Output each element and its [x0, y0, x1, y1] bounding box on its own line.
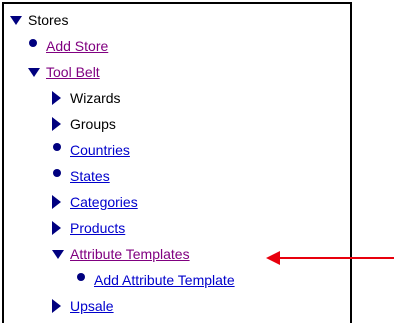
tree-panel: Stores Add Store Tool Belt Wizards Group… — [2, 2, 352, 323]
triangle-down-icon[interactable] — [52, 244, 68, 264]
triangle-down-icon[interactable] — [10, 10, 26, 30]
countries-link[interactable]: Countries — [70, 140, 130, 160]
triangle-right-icon[interactable] — [52, 192, 68, 212]
triangle-right-icon[interactable] — [52, 218, 68, 238]
tree-node-categories[interactable]: Categories — [52, 192, 138, 212]
add-attribute-template-link[interactable]: Add Attribute Template — [94, 270, 235, 290]
tree-node-states[interactable]: States — [52, 166, 110, 186]
tree-node-groups[interactable]: Groups — [52, 114, 116, 134]
tree-node-label: Stores — [28, 12, 69, 28]
tree-node-label: Wizards — [70, 90, 121, 106]
tree-node-upsale[interactable]: Upsale — [52, 296, 114, 316]
tree-node-add-store[interactable]: Add Store — [28, 36, 108, 56]
bullet-icon — [52, 140, 68, 160]
add-store-link[interactable]: Add Store — [46, 36, 108, 56]
bullet-icon — [76, 270, 92, 290]
bullet-icon — [28, 36, 44, 56]
tree-node-countries[interactable]: Countries — [52, 140, 130, 160]
tree-node-label: Groups — [70, 116, 116, 132]
annotation-arrow-icon — [266, 251, 280, 265]
tree-node-wizards[interactable]: Wizards — [52, 88, 121, 108]
products-link[interactable]: Products — [70, 218, 125, 238]
triangle-right-icon[interactable] — [52, 114, 68, 134]
triangle-right-icon[interactable] — [52, 88, 68, 108]
tree-node-attribute-templates[interactable]: Attribute Templates — [52, 244, 190, 264]
tree-node-stores[interactable]: Stores — [10, 10, 68, 30]
categories-link[interactable]: Categories — [70, 192, 138, 212]
triangle-right-icon[interactable] — [52, 296, 68, 316]
triangle-down-icon[interactable] — [28, 62, 44, 82]
states-link[interactable]: States — [70, 166, 110, 186]
tree-node-add-attribute-template[interactable]: Add Attribute Template — [76, 270, 235, 290]
tree-node-tool-belt[interactable]: Tool Belt — [28, 62, 100, 82]
bullet-icon — [52, 166, 68, 186]
attribute-templates-link[interactable]: Attribute Templates — [70, 244, 190, 264]
annotation-arrow-line — [278, 257, 394, 259]
tool-belt-link[interactable]: Tool Belt — [46, 62, 100, 82]
upsale-link[interactable]: Upsale — [70, 296, 114, 316]
tree-node-products[interactable]: Products — [52, 218, 125, 238]
